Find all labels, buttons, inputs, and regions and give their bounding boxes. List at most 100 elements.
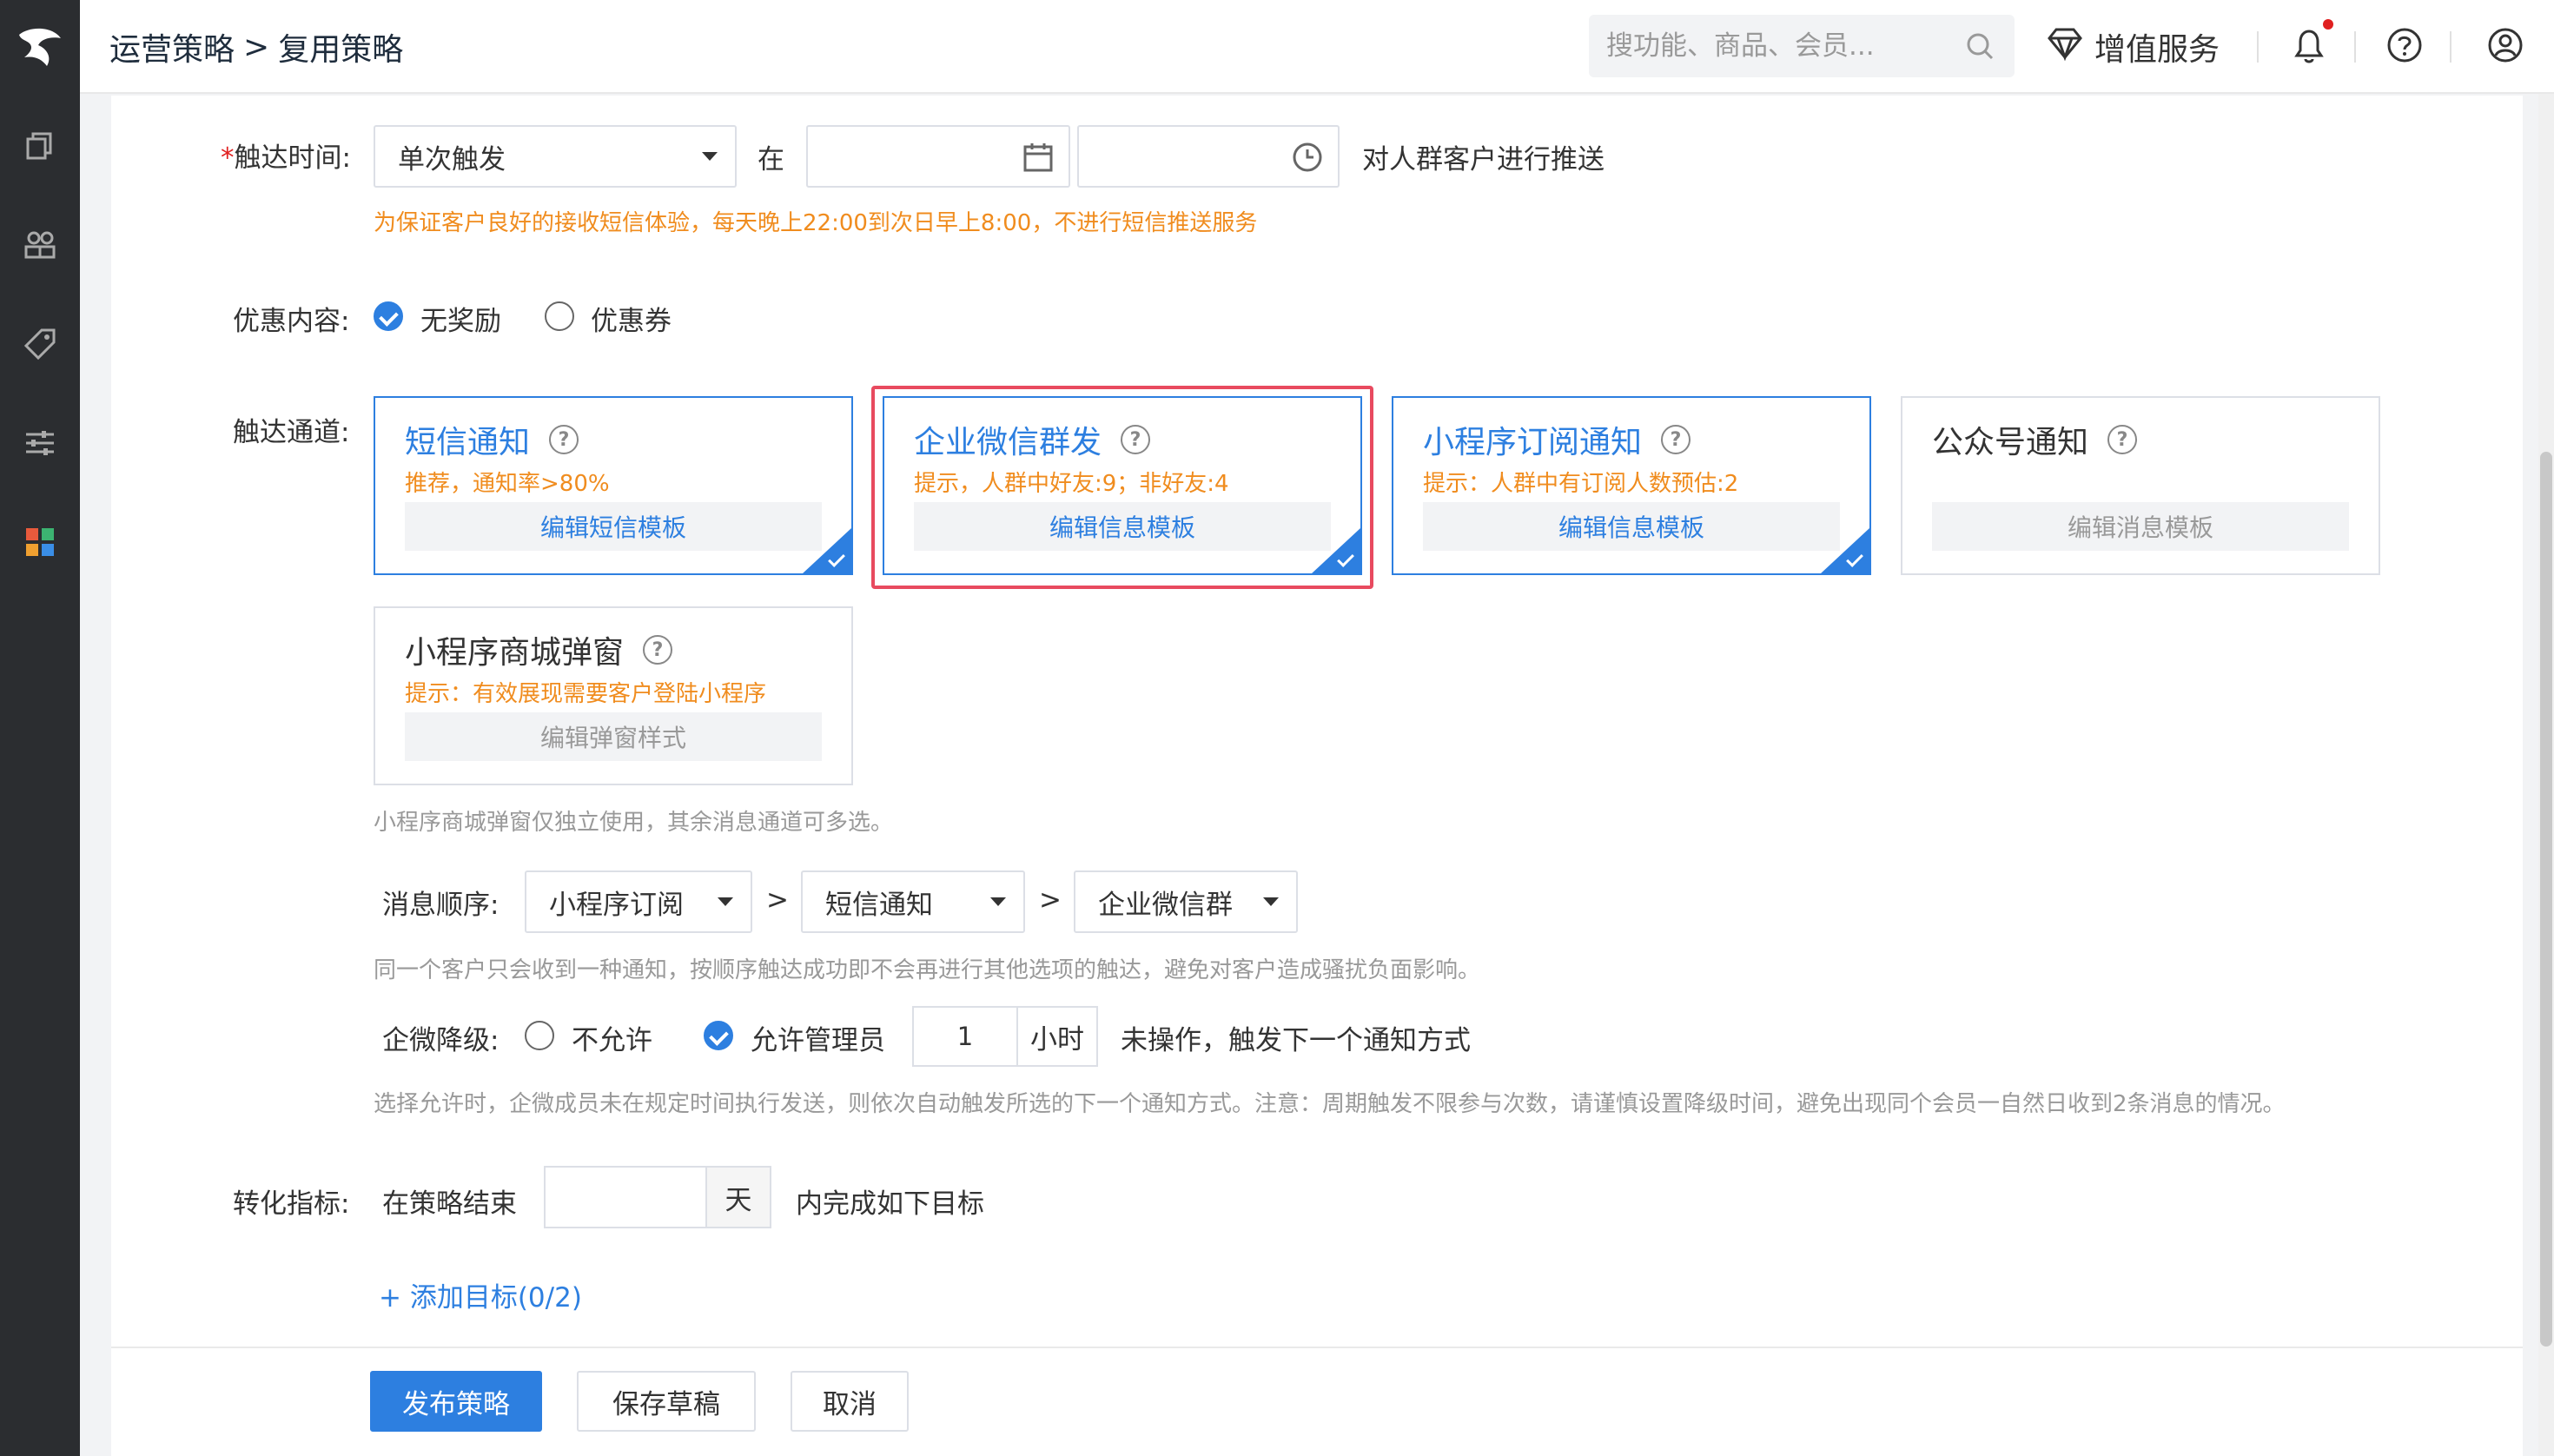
sms-quiet-hours-warning: 为保证客户良好的接收短信体验，每天晚上22:00到次日早上8:00，不进行短信推… [374,210,1258,236]
breadcrumb: 运营策略 > 复用策略 [109,0,403,94]
no-reward-label[interactable]: 无奖励 [420,299,501,338]
sidebar-item-members[interactable] [0,208,80,285]
help-circle-icon[interactable]: ? [643,635,673,665]
diamond-icon [2046,26,2094,69]
chevron-down-icon [718,897,733,906]
account-button[interactable] [2483,24,2528,69]
selected-corner [1312,528,1360,573]
conversion-prefix: 在策略结束 [382,1188,517,1220]
coupon-label[interactable]: 优惠券 [591,299,672,338]
date-picker[interactable] [806,125,1070,188]
apps-icon [23,525,57,563]
cancel-button[interactable]: 取消 [791,1371,909,1432]
order-value: 小程序订阅 [549,889,684,921]
channel-card-miniprogram-subscribe[interactable]: 小程序订阅通知? 提示：人群中有订阅人数预估:2 编辑信息模板 [1392,396,1871,575]
value-added-services-button[interactable]: 增值服务 [2046,21,2220,73]
add-target-link[interactable]: + 添加目标(0/2) [379,1275,582,1314]
channel-subtitle: 提示：有效展现需要客户登陆小程序 [405,681,767,707]
chevron-down-icon [702,152,718,161]
save-draft-button[interactable]: 保存草稿 [577,1371,756,1432]
search-icon[interactable] [1964,30,1995,65]
edit-sms-template-button[interactable]: 编辑短信模板 [405,502,822,551]
order-label: 消息顺序: [382,890,500,921]
required-mark: * [221,142,235,174]
sidebar-item-settings[interactable] [0,407,80,483]
toolbar-divider [2450,31,2451,63]
users-icon [23,228,57,266]
order-separator: > [1039,884,1062,916]
reach-time-label-text: 触达时间: [234,142,351,174]
scrollbar-thumb[interactable] [2540,452,2552,1347]
trigger-type-value: 单次触发 [398,143,506,175]
app-logo[interactable] [0,0,80,94]
help-circle-icon[interactable]: ? [2107,425,2138,454]
order-separator: > [766,884,789,916]
order-select-3[interactable]: 企业微信群 [1074,870,1298,933]
allow-admin-radio[interactable] [704,1021,733,1050]
at-text: 在 [758,144,784,175]
channel-title: 企业微信群发 [914,425,1102,460]
channels-hint: 小程序商城弹窗仅独立使用，其余消息通道可多选。 [374,810,894,836]
publish-strategy-button[interactable]: 发布策略 [370,1371,542,1432]
sidebar-item-copy[interactable] [0,109,80,186]
coupon-radio[interactable] [545,301,574,331]
no-reward-radio[interactable] [374,301,403,331]
question-icon [2385,26,2424,68]
notification-button[interactable] [2286,24,2332,69]
allow-admin-label[interactable]: 允许管理员 [751,1018,885,1057]
breadcrumb-parent[interactable]: 运营策略 [109,24,235,69]
toolbar-divider [2257,31,2259,63]
downgrade-suffix: 未操作，触发下一个通知方式 [1121,1025,1471,1056]
global-search [1589,15,2015,77]
edit-message-template-button[interactable]: 编辑信息模板 [1423,502,1840,551]
hours-unit: 小时 [1016,1006,1098,1067]
search-input[interactable] [1606,15,1954,77]
sidebar [0,0,80,1456]
channel-subtitle: 提示，人群中好友:9；非好友:4 [914,471,1229,497]
days-unit: 天 [705,1166,771,1228]
clock-icon [1291,141,1324,177]
order-hint: 同一个客户只会收到一种通知，按顺序触达成功即不会再进行其他选项的触达，避免对客户… [374,957,1481,983]
conversion-label: 转化指标: [233,1188,350,1220]
channel-card-official-account[interactable]: 公众号通知? 编辑消息模板 [1901,396,2380,575]
order-select-1[interactable]: 小程序订阅 [525,870,752,933]
bell-icon [2290,24,2328,69]
selected-corner [1821,528,1869,573]
time-picker[interactable] [1077,125,1340,188]
help-button[interactable] [2382,24,2427,69]
chevron-down-icon [990,897,1006,906]
conversion-days-input[interactable] [544,1166,709,1228]
sidebar-item-apps[interactable] [0,506,80,582]
help-circle-icon[interactable]: ? [1121,425,1151,454]
channel-card-mall-popup[interactable]: 小程序商城弹窗? 提示：有效展现需要客户登陆小程序 编辑弹窗样式 [374,606,853,785]
discount-label: 优惠内容: [233,306,350,337]
edit-message-template-button[interactable]: 编辑消息模板 [1932,502,2349,551]
sidebar-item-tags[interactable] [0,308,80,384]
downgrade-hint: 选择允许时，企微成员未在规定时间执行发送，则依次自动触发所选的下一个通知方式。注… [374,1091,2286,1117]
top-bar: 运营策略 > 复用策略 增值服务 [80,0,2554,94]
conversion-suffix: 内完成如下目标 [796,1188,984,1220]
disallow-label[interactable]: 不允许 [572,1018,652,1057]
order-select-2[interactable]: 短信通知 [801,870,1025,933]
tag-icon [23,327,57,365]
help-circle-icon[interactable]: ? [1661,425,1691,454]
channel-card-wecom-broadcast[interactable]: 企业微信群发? 提示，人群中好友:9；非好友:4 编辑信息模板 [883,396,1362,575]
selected-corner [803,528,851,573]
edit-popup-style-button[interactable]: 编辑弹窗样式 [405,712,822,761]
notification-dot [2323,19,2333,30]
downgrade-label: 企微降级: [382,1025,500,1056]
trigger-type-select[interactable]: 单次触发 [374,125,737,188]
copy-icon [23,129,57,167]
order-value: 企业微信群 [1098,889,1233,921]
disallow-radio[interactable] [525,1021,554,1050]
help-circle-icon[interactable]: ? [549,425,579,454]
reach-time-label: *触达时间: [221,136,351,175]
edit-message-template-button[interactable]: 编辑信息模板 [914,502,1331,551]
breadcrumb-current: 复用策略 [278,32,404,68]
calendar-icon [1022,141,1055,177]
channel-card-sms[interactable]: 短信通知? 推荐，通知率>80% 编辑短信模板 [374,396,853,575]
channel-subtitle: 提示：人群中有订阅人数预估:2 [1423,471,1739,497]
downgrade-hours-input[interactable]: 1 [912,1006,1018,1067]
channel-title: 公众号通知 [1932,425,2089,460]
chevron-down-icon [1263,897,1279,906]
